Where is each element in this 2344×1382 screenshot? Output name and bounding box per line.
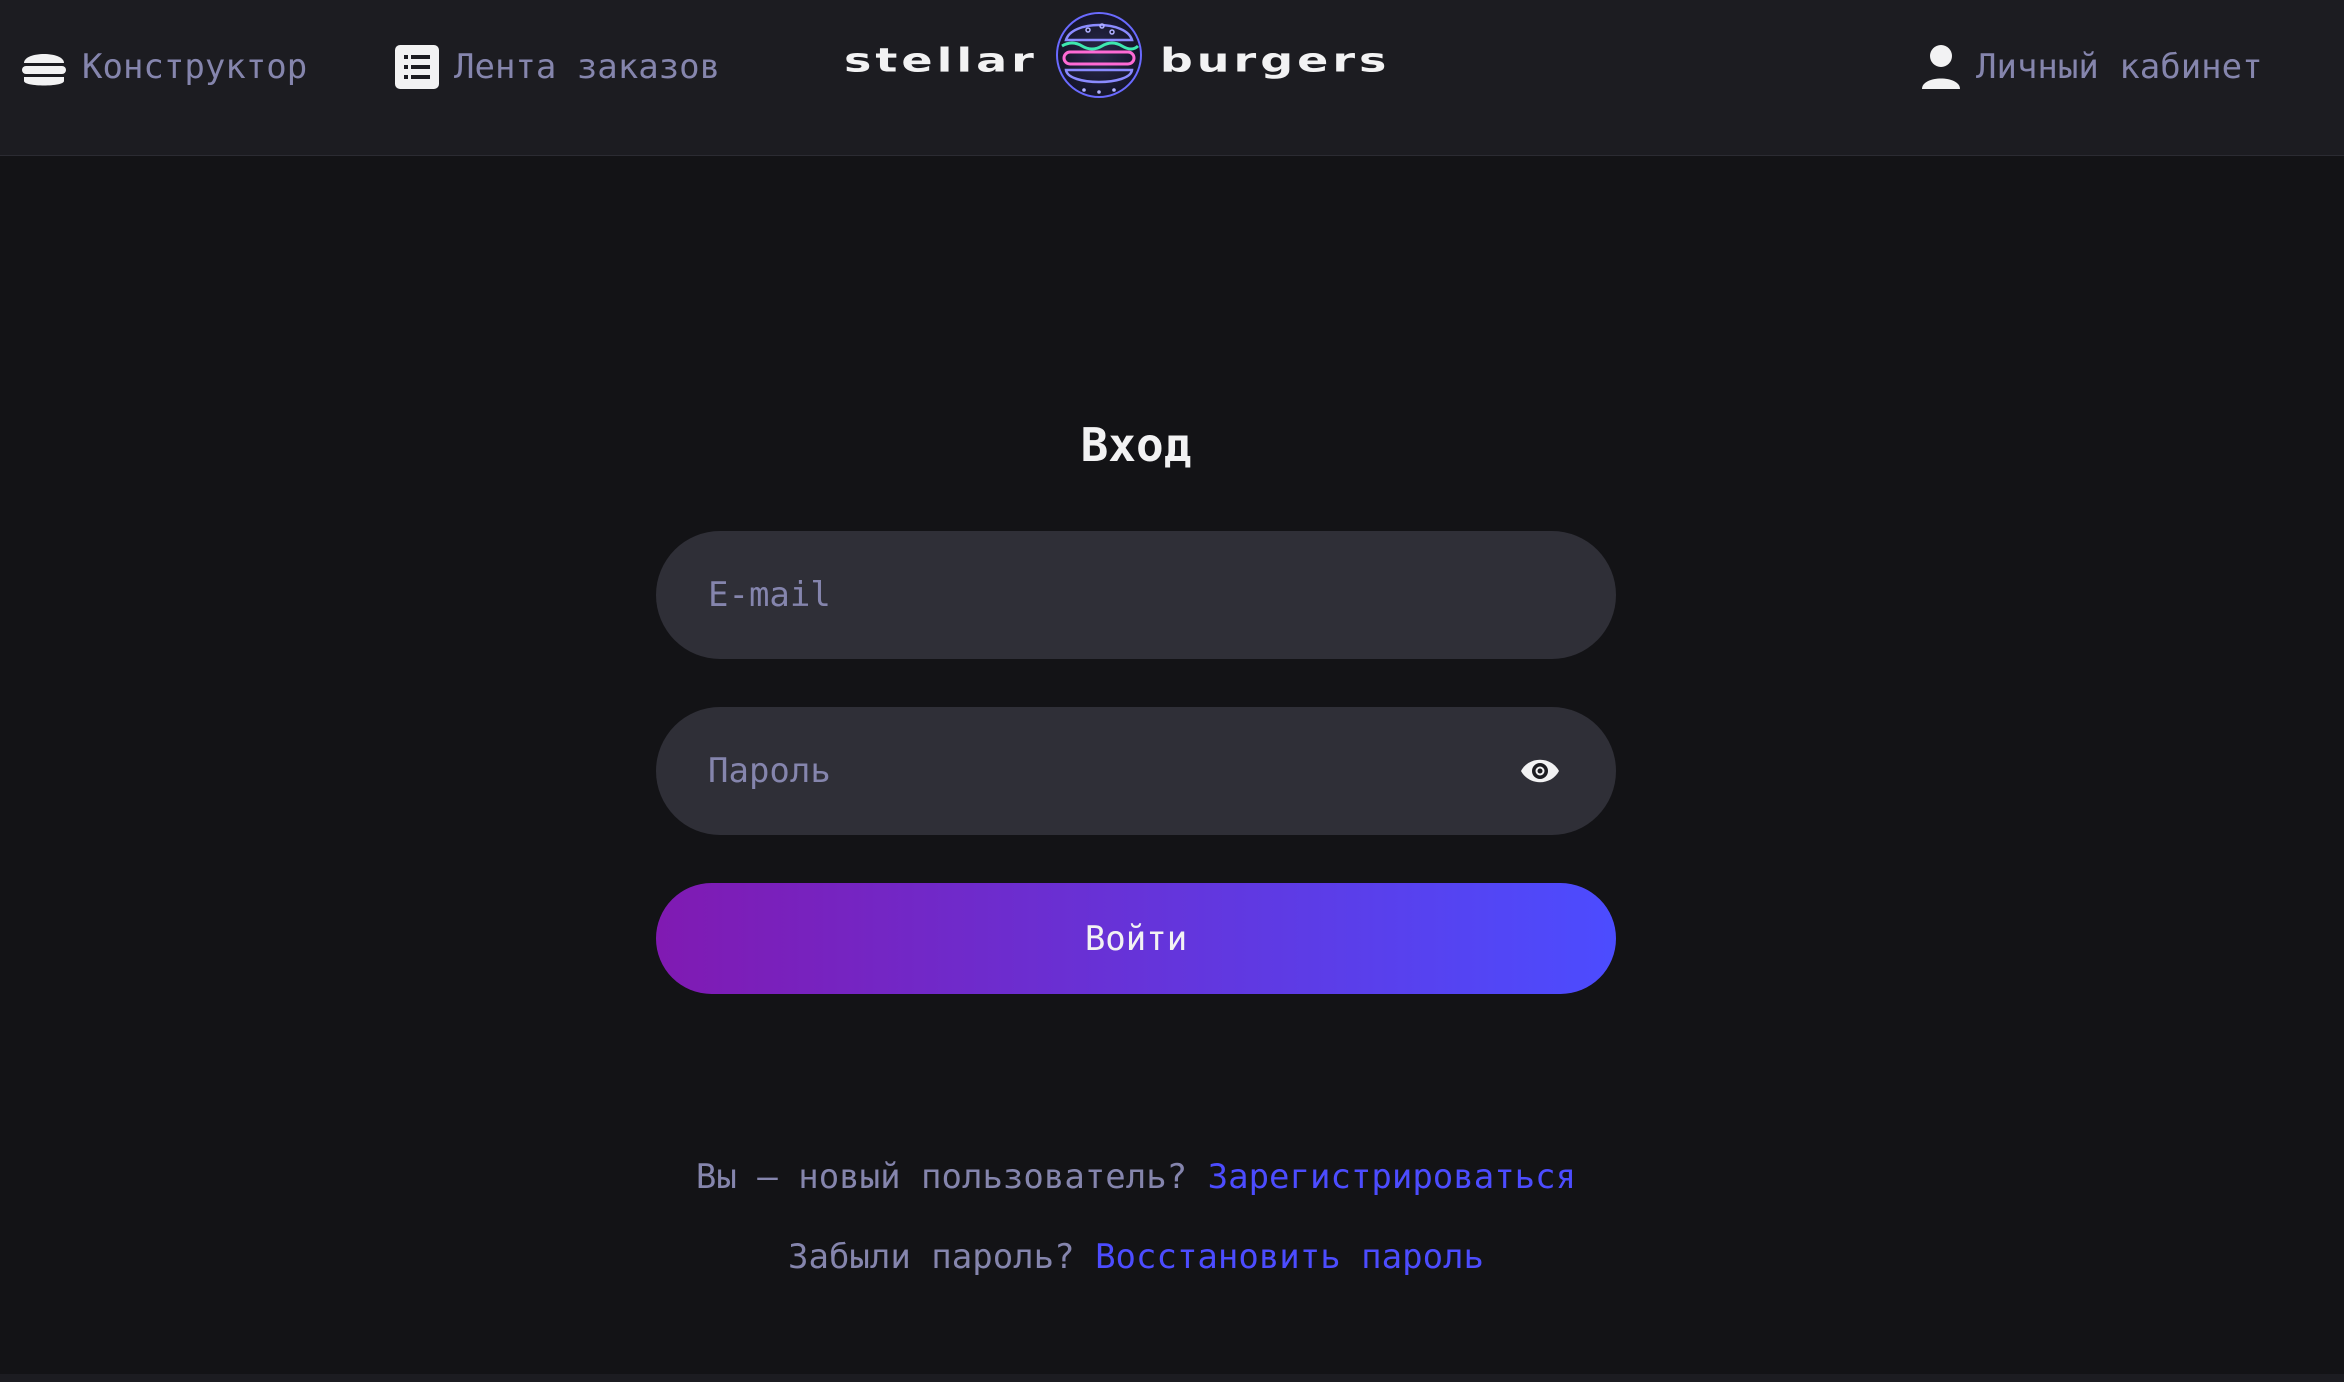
logo-word-stellar: stellar [844,40,1038,80]
restore-password-link[interactable]: Восстановить пароль [1095,1237,1484,1277]
nav-personal-account[interactable]: Личный кабинет [1920,0,2263,134]
bottom-divider [0,1374,2344,1382]
register-prompt: Вы — новый пользователь? [695,1157,1188,1197]
nav-constructor-label: Конструктор [82,47,308,87]
forgot-password-prompt: Забыли пароль? [788,1237,1075,1277]
eye-icon[interactable] [1518,749,1562,793]
password-input[interactable] [656,706,1518,836]
register-line: Вы — новый пользователь? Зарегистрироват… [0,1157,2272,1197]
stellar-burgers-logo[interactable]: stellar burgers [844,10,1390,110]
nav-order-feed-label: Лента заказов [454,47,721,87]
nav-order-feed[interactable]: Лента заказов [394,0,720,134]
app-header: Конструктор Лента заказов stellar burger… [0,0,2344,156]
forgot-password-line: Забыли пароль? Восстановить пароль [0,1237,2272,1277]
burger-icon [20,43,68,91]
logo-word-burgers: burgers [1159,40,1391,80]
email-input[interactable] [656,530,1616,660]
login-button[interactable]: Войти [656,883,1616,994]
nav-personal-account-label: Личный кабинет [1976,47,2263,87]
profile-icon [1920,43,1962,91]
burger-logo-icon [1054,10,1144,111]
register-link[interactable]: Зарегистрироваться [1208,1157,1576,1197]
email-field-container [656,530,1616,660]
list-icon [394,44,440,90]
nav-constructor[interactable]: Конструктор [20,0,307,134]
password-field-container [656,706,1616,836]
page-title: Вход [1080,418,1192,472]
